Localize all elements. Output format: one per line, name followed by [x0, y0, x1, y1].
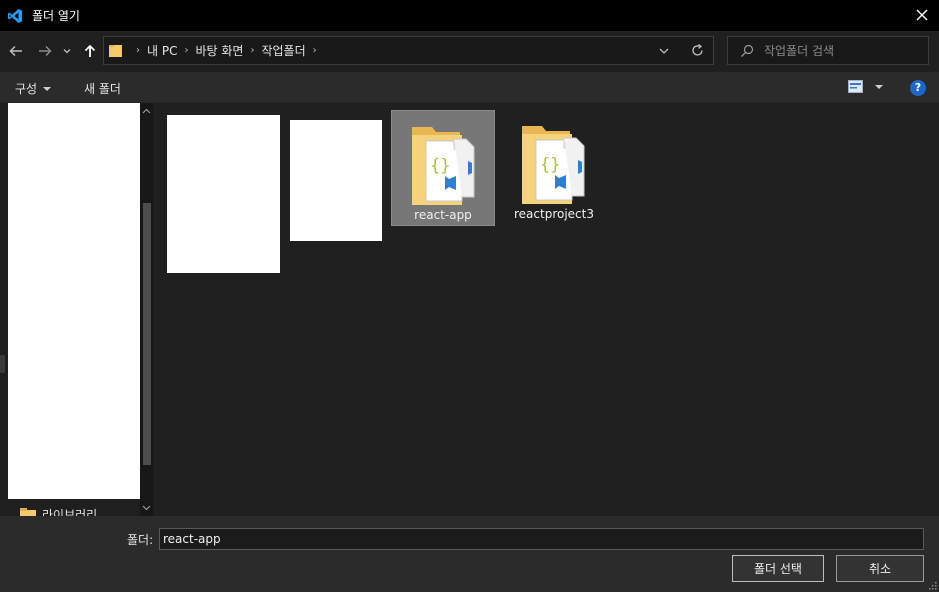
up-arrow-icon[interactable]: [81, 42, 99, 60]
file-list[interactable]: {} react-app {} reactproject3: [155, 103, 939, 516]
folder-item-react-app[interactable]: {} react-app: [391, 110, 495, 226]
caret-down-icon: [875, 84, 883, 89]
folder-icon: [109, 44, 122, 57]
organize-button[interactable]: 구성: [15, 80, 52, 97]
window-title: 폴더 열기: [32, 9, 80, 23]
breadcrumb-desktop[interactable]: 바탕 화면: [195, 42, 243, 59]
dialog-footer: 폴더: 폴더 선택 취소: [0, 516, 939, 592]
vscode-folder-icon: {}: [522, 126, 585, 204]
folder-icon: [20, 508, 36, 516]
folder-name-label: 폴더:: [127, 533, 154, 547]
change-view-button[interactable]: [848, 80, 883, 93]
organize-label: 구성: [15, 82, 38, 96]
folder-name-input[interactable]: [159, 528, 924, 550]
new-folder-label: 새 폴더: [84, 82, 121, 96]
navigation-tree-blank: [8, 103, 140, 499]
navigation-bar: › 내 PC › 바탕 화면 › 작업폴더 ›: [0, 31, 939, 72]
folder-item-reactproject3[interactable]: {} reactproject3: [502, 110, 606, 226]
folder-label: react-app: [414, 208, 472, 222]
address-bar[interactable]: › 내 PC › 바탕 화면 › 작업폴더 ›: [103, 36, 714, 65]
pane-resize-grip[interactable]: [0, 355, 5, 373]
scroll-up-icon[interactable]: [142, 107, 151, 116]
breadcrumb-separator-icon[interactable]: ›: [184, 45, 188, 56]
folder-label: reactproject3: [514, 207, 594, 221]
title-bar: 폴더 열기: [0, 0, 939, 31]
file-thumbnail[interactable]: [167, 115, 280, 273]
view-options-icon: [848, 80, 863, 93]
caret-down-icon: [43, 86, 52, 91]
vscode-folder-icon: {}: [412, 127, 475, 205]
svg-text:{}: {}: [430, 156, 450, 176]
new-folder-button[interactable]: 새 폴더: [84, 80, 121, 97]
breadcrumb-separator-icon[interactable]: ›: [313, 45, 317, 56]
forward-arrow-icon[interactable]: [36, 42, 54, 60]
address-history-chevron-icon[interactable]: [657, 44, 671, 58]
recent-locations-chevron-icon[interactable]: [61, 42, 73, 60]
vscode-logo-icon: [8, 8, 22, 23]
breadcrumb-this-pc[interactable]: 내 PC: [147, 42, 177, 59]
scrollbar-thumb[interactable]: [143, 203, 151, 465]
cancel-button[interactable]: 취소: [836, 555, 924, 582]
help-icon[interactable]: ?: [910, 80, 926, 96]
breadcrumb-separator-icon[interactable]: ›: [136, 45, 140, 56]
file-thumbnail[interactable]: [290, 120, 382, 241]
search-box[interactable]: [727, 36, 929, 65]
search-input[interactable]: [764, 43, 914, 58]
search-icon: [741, 44, 754, 57]
back-arrow-icon[interactable]: [7, 42, 25, 60]
breadcrumb-separator-icon[interactable]: ›: [250, 45, 254, 56]
scroll-down-icon[interactable]: [142, 503, 151, 512]
resize-grip-icon[interactable]: [927, 580, 937, 590]
breadcrumb-work-folder[interactable]: 작업폴더: [261, 42, 305, 59]
navigation-pane[interactable]: 라이브러리: [0, 103, 153, 516]
svg-text:{}: {}: [540, 155, 560, 175]
close-icon[interactable]: [913, 6, 931, 24]
select-folder-button[interactable]: 폴더 선택: [732, 555, 824, 582]
command-bar: 구성 새 폴더 ?: [0, 72, 939, 103]
refresh-icon[interactable]: [690, 43, 705, 58]
nav-item-libraries[interactable]: 라이브러리: [20, 506, 97, 516]
navigation-scrollbar[interactable]: [140, 103, 153, 516]
nav-item-label: 라이브러리: [42, 508, 98, 516]
